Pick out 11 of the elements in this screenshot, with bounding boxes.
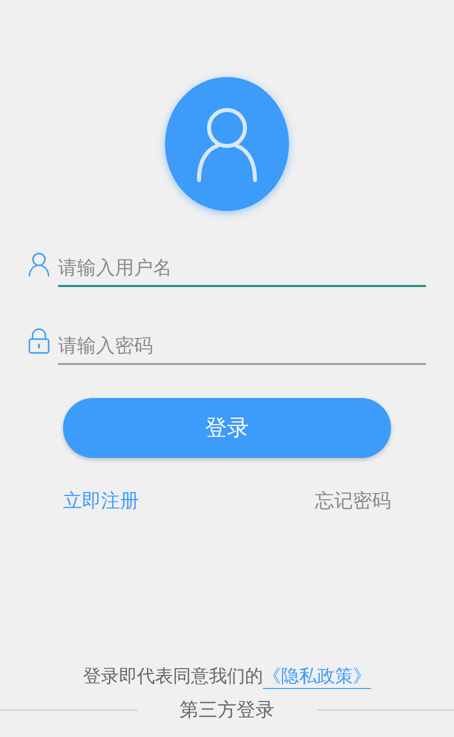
person-icon [28,251,50,277]
privacy-policy-link[interactable]: 《隐私政策》 [263,664,371,689]
third-party-login-label: 第三方登录 [178,698,276,723]
register-link[interactable]: 立即注册 [63,488,139,514]
login-button[interactable]: 登录 [63,398,391,458]
password-field[interactable]: 请输入密码 [58,331,426,365]
forgot-password-link[interactable]: 忘记密码 [315,488,391,514]
person-icon [195,106,259,182]
username-field[interactable]: 请输入用户名 [58,253,426,287]
agreement-text: 登录即代表同意我们的 [83,665,263,689]
lock-icon [28,327,50,355]
